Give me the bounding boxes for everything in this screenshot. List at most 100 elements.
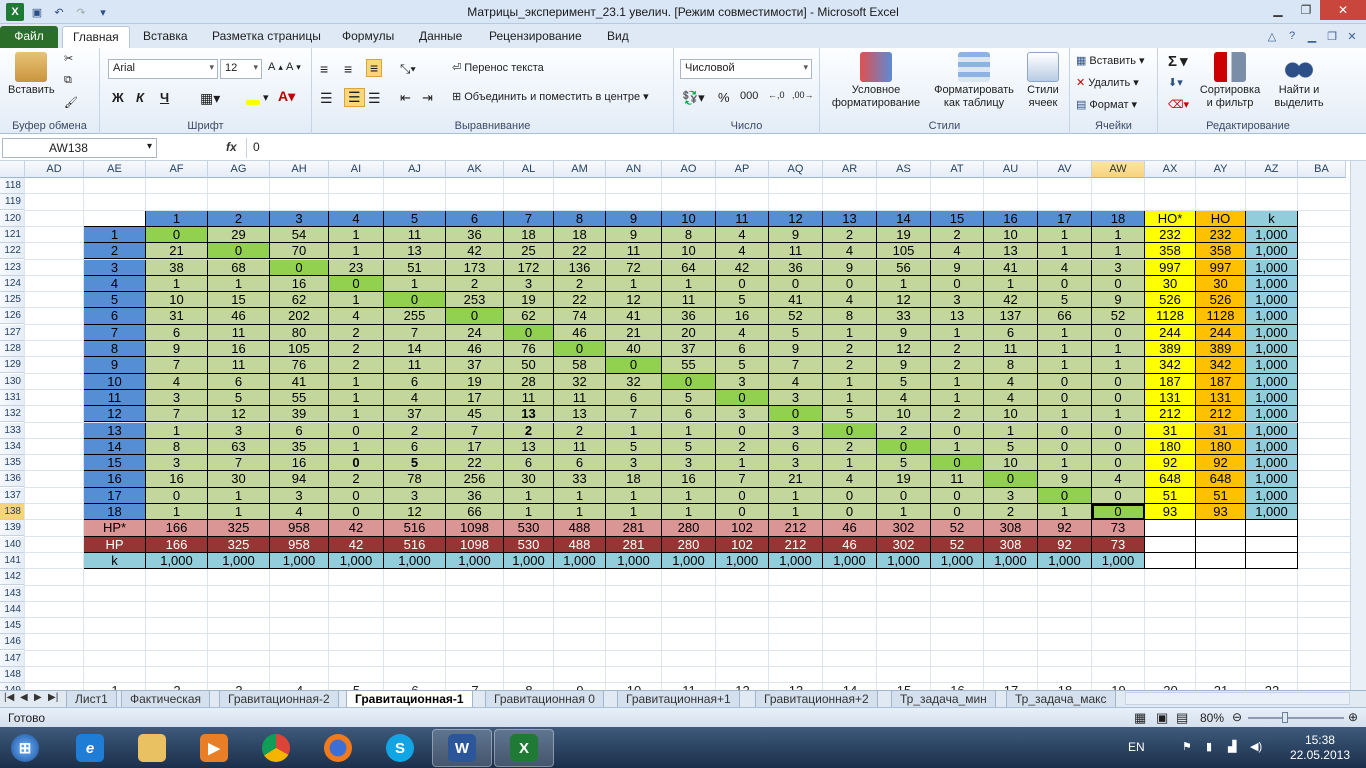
cell[interactable]: 16 [931,683,984,690]
matrix-cell[interactable]: 4 [877,389,931,407]
matrix-cell[interactable]: 46 [208,308,270,325]
matrix-cell[interactable]: 66 [446,504,504,521]
matrix-cell[interactable]: 6 [270,422,329,439]
matrix-cell[interactable]: 12 [877,341,931,358]
matrix-cell[interactable]: 1 [1092,243,1145,260]
cell[interactable]: 6 [384,683,446,690]
k-row-cell[interactable]: 1,000 [769,552,823,570]
matrix-cell[interactable]: 5 [1038,292,1092,309]
k-row-cell[interactable]: 1,000 [823,552,877,570]
matrix-cell[interactable]: 36 [446,487,504,504]
matrix-cell[interactable]: 0 [329,422,384,439]
matrix-cell[interactable]: 21 [146,243,208,260]
ho-cell[interactable]: 187 [1196,373,1246,390]
matrix-cell[interactable]: 9 [931,259,984,276]
fill-color-icon[interactable]: ▾ [246,90,269,105]
k-cell[interactable]: 1,000 [1246,341,1298,358]
matrix-cell[interactable]: 6 [384,373,446,390]
sheet-tab[interactable]: Гравитационная-1 [346,691,473,708]
matrix-cell[interactable]: 8 [823,308,877,325]
np-cell[interactable]: 52 [931,536,984,553]
matrix-row-label[interactable]: 11 [84,389,146,407]
paste-button[interactable]: Вставить [8,52,55,97]
matrix-cell[interactable]: 4 [270,504,329,521]
np-star-cell[interactable]: 488 [554,520,606,537]
matrix-cell[interactable]: 0 [823,275,877,293]
matrix-cell[interactable]: 52 [1092,308,1145,325]
matrix-cell[interactable]: 21 [769,471,823,488]
cell[interactable]: 4 [270,683,329,690]
matrix-cell[interactable]: 4 [823,292,877,309]
row-header[interactable]: 143 [0,585,25,602]
zoom-in-icon[interactable]: ⊕ [1348,710,1358,724]
vertical-scrollbar[interactable] [1350,161,1366,690]
ho-cell[interactable]: 648 [1196,471,1246,488]
k-cell[interactable]: 1,000 [1246,292,1298,309]
row-header[interactable]: 131 [0,389,25,406]
sheet-tab[interactable]: Гравитационная+1 [617,691,740,708]
matrix-cell[interactable]: 2 [823,226,877,244]
matrix-cell[interactable]: 1 [504,504,554,521]
k-cell[interactable]: 1,000 [1246,504,1298,521]
matrix-cell[interactable]: 3 [769,455,823,472]
last-sheet-icon[interactable]: ▶| [48,692,58,703]
matrix-cell[interactable]: 256 [446,471,504,488]
matrix-cell[interactable]: 18 [504,226,554,244]
matrix-cell[interactable]: 0 [208,243,270,260]
matrix-cell[interactable]: 16 [270,275,329,293]
ho-cell[interactable]: 131 [1196,389,1246,407]
matrix-cell[interactable]: 5 [662,438,716,456]
matrix-cell[interactable]: 0 [384,292,446,309]
normal-view-icon[interactable]: ▦ [1134,710,1146,726]
matrix-cell[interactable]: 6 [384,438,446,456]
k-cell[interactable]: 1,000 [1246,389,1298,407]
matrix-cell[interactable]: 0 [1092,438,1145,456]
row-header[interactable]: 132 [0,406,25,423]
ho-cell[interactable]: 92 [1196,455,1246,472]
matrix-cell[interactable]: 2 [504,422,554,439]
cell[interactable]: 15 [877,683,931,690]
row-header[interactable]: 139 [0,520,25,537]
matrix-cell[interactable]: 20 [662,324,716,341]
minimize-icon[interactable]: ▁ [1264,0,1292,20]
cell[interactable]: 11 [662,683,716,690]
cell[interactable]: 5 [329,683,384,690]
taskbar-ie[interactable]: e [60,729,120,767]
matrix-cell[interactable]: 33 [877,308,931,325]
matrix-cell[interactable]: 2 [329,357,384,374]
row-header[interactable]: 136 [0,471,25,488]
row-header[interactable]: 147 [0,650,25,667]
matrix-cell[interactable]: 13 [984,243,1038,260]
matrix-cell[interactable]: 3 [769,422,823,439]
matrix-row-label[interactable]: 17 [84,487,146,504]
ho-cell[interactable]: 212 [1196,406,1246,423]
np-star-cell[interactable]: 1098 [446,520,504,537]
insert-function-icon[interactable]: fx [226,140,237,154]
matrix-cell[interactable]: 6 [716,341,769,358]
tab-file[interactable]: Файл [0,26,58,48]
matrix-cell[interactable]: 37 [662,341,716,358]
column-header[interactable]: AT [931,161,984,178]
matrix-cell[interactable]: 2 [384,422,446,439]
ho-star-cell[interactable]: 232 [1145,226,1196,244]
k-cell[interactable]: 1,000 [1246,226,1298,244]
matrix-cell[interactable]: 4 [1092,471,1145,488]
matrix-cell[interactable]: 0 [931,487,984,504]
matrix-cell[interactable]: 1 [329,292,384,309]
matrix-row-label[interactable]: 2 [84,243,146,260]
matrix-cell[interactable]: 1 [208,275,270,293]
row-header[interactable]: 119 [0,194,25,211]
matrix-cell[interactable]: 38 [146,259,208,276]
np-cell[interactable]: 280 [662,536,716,553]
matrix-cell[interactable]: 1 [554,504,606,521]
matrix-cell[interactable]: 94 [270,471,329,488]
matrix-cell[interactable]: 68 [208,259,270,276]
matrix-cell[interactable]: 0 [877,487,931,504]
np-star-cell[interactable]: 52 [931,520,984,537]
matrix-cell[interactable]: 52 [769,308,823,325]
cut-icon[interactable]: ✂ [64,52,73,65]
matrix-cell[interactable]: 0 [329,455,384,472]
matrix-cell[interactable]: 0 [329,275,384,293]
matrix-cell[interactable]: 1 [716,455,769,472]
matrix-cell[interactable]: 4 [984,389,1038,407]
